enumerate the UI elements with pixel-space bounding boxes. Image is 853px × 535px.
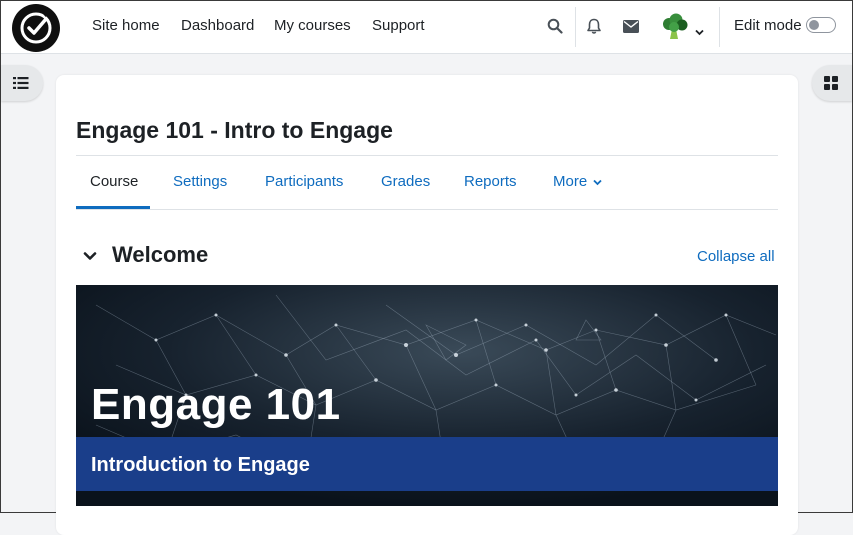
section-title[interactable]: Welcome (112, 242, 208, 268)
course-index-toggle-button[interactable] (1, 65, 43, 101)
navbar-divider (719, 7, 720, 47)
edit-mode-label: Edit mode (734, 17, 802, 34)
chevron-down-icon (593, 179, 602, 186)
edit-mode-toggle[interactable] (806, 17, 836, 33)
top-navbar: Site home Dashboard My courses Support E… (1, 1, 852, 54)
tab-reports[interactable]: Reports (464, 173, 517, 190)
course-banner-image: Engage 101 Introduction to Engage (76, 285, 778, 506)
toggle-knob (809, 20, 819, 30)
nav-my-courses[interactable]: My courses (274, 17, 351, 34)
chevron-down-icon[interactable] (695, 23, 704, 41)
tab-settings[interactable]: Settings (173, 173, 227, 190)
tab-more-label: More (553, 173, 588, 190)
block-drawer-toggle-button[interactable] (812, 65, 852, 101)
tab-course[interactable]: Course (90, 173, 138, 190)
nav-site-home[interactable]: Site home (92, 17, 160, 34)
search-icon[interactable] (547, 18, 563, 39)
grid-icon (824, 76, 838, 90)
tab-more[interactable]: More (553, 173, 602, 190)
banner-subtitle: Introduction to Engage (91, 454, 310, 476)
nav-dashboard[interactable]: Dashboard (181, 17, 254, 34)
check-circle-logo-icon[interactable] (12, 4, 60, 52)
envelope-icon[interactable] (623, 20, 639, 38)
tab-participants[interactable]: Participants (265, 173, 343, 190)
banner-subtitle-strip: Introduction to Engage (76, 437, 778, 491)
list-icon (13, 77, 29, 89)
collapse-all-link[interactable]: Collapse all (697, 248, 775, 265)
header-divider (76, 155, 778, 156)
navbar-divider (575, 7, 576, 47)
broccoli-avatar-icon[interactable] (661, 13, 689, 46)
bell-icon[interactable] (586, 18, 602, 40)
tab-grades[interactable]: Grades (381, 173, 430, 190)
nav-support[interactable]: Support (372, 17, 425, 34)
tabs-divider (76, 209, 778, 210)
page-title: Engage 101 - Intro to Engage (76, 117, 393, 143)
banner-title: Engage 101 (91, 380, 341, 429)
chevron-down-icon[interactable] (83, 248, 97, 266)
